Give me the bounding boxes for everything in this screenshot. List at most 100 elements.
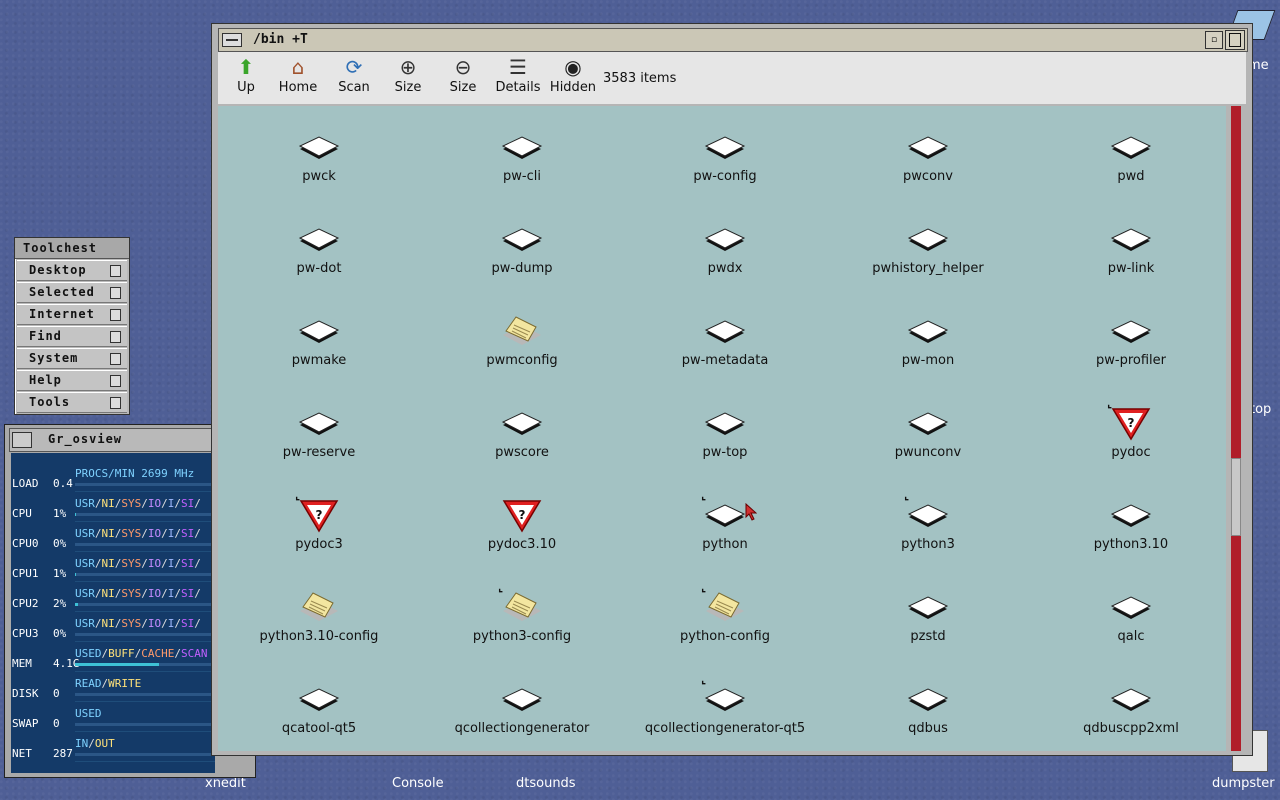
desktop-icon-console-label[interactable]: Console: [392, 776, 444, 791]
file-item[interactable]: pw-link: [1031, 213, 1226, 293]
executable-file-icon: [1109, 589, 1153, 625]
osview-metric-value: 0%: [53, 627, 67, 640]
file-item[interactable]: ⌞ python-config: [625, 581, 825, 661]
file-item[interactable]: pwck: [219, 121, 419, 201]
submenu-indicator-icon: [110, 353, 121, 365]
file-item[interactable]: pwunconv: [828, 397, 1028, 477]
file-item[interactable]: pw-metadata: [625, 305, 825, 385]
desktop-icon-desktop-label[interactable]: top: [1250, 402, 1271, 417]
file-item[interactable]: qalc: [1031, 581, 1226, 661]
file-item[interactable]: pwmake: [219, 305, 419, 385]
file-item[interactable]: ? ⌞ pydoc3: [219, 489, 419, 569]
toolchest-item-label: Desktop: [29, 263, 87, 277]
file-item[interactable]: pw-config: [625, 121, 825, 201]
file-item[interactable]: pw-dot: [219, 213, 419, 293]
file-item[interactable]: qcollectiongenerator: [422, 673, 622, 751]
toolchest-item-selected[interactable]: Selected: [17, 282, 127, 303]
toolbar-details-button-5[interactable]: ☰ Details: [490, 54, 546, 102]
desktop-icon-dtsounds-label[interactable]: dtsounds: [516, 776, 576, 791]
window-menu-button[interactable]: [222, 33, 242, 47]
osview-row-swap: SWAP 0 USED: [11, 703, 215, 733]
vertical-scrollbar[interactable]: [1227, 106, 1246, 751]
executable-file-icon: [500, 405, 544, 441]
file-item[interactable]: pw-mon: [828, 305, 1028, 385]
osview-legend-part: USR: [75, 527, 95, 540]
toolchest-item-internet[interactable]: Internet: [17, 304, 127, 325]
file-item[interactable]: pw-cli: [422, 121, 622, 201]
file-item[interactable]: pwmconfig: [422, 305, 622, 385]
osview-separator: [75, 641, 215, 642]
osview-legend-part: /: [94, 557, 102, 570]
file-item[interactable]: pwdx: [625, 213, 825, 293]
toolbar-size-button-4[interactable]: ⊖ Size: [435, 54, 491, 102]
toolbar-home-button-1[interactable]: ⌂ Home: [270, 54, 326, 102]
file-item[interactable]: pw-dump: [422, 213, 622, 293]
toolbar-size-button-3[interactable]: ⊕ Size: [380, 54, 436, 102]
file-item[interactable]: ⌞ python3: [828, 489, 1028, 569]
toolchest-title: Toolchest: [15, 238, 129, 259]
file-item[interactable]: pzstd: [828, 581, 1028, 661]
toolchest-item-find[interactable]: Find: [17, 326, 127, 347]
file-item[interactable]: pw-reserve: [219, 397, 419, 477]
scrollbar-thumb[interactable]: [1231, 458, 1241, 536]
file-item[interactable]: pw-profiler: [1031, 305, 1226, 385]
executable-file-icon: [1109, 497, 1153, 533]
osview-metric-value: 1%: [53, 567, 67, 580]
desktop-icon-xnedit-label[interactable]: xnedit: [205, 776, 246, 791]
file-name: pwmake: [291, 353, 347, 368]
file-item[interactable]: qcatool-qt5: [219, 673, 419, 751]
file-item[interactable]: pw-top: [625, 397, 825, 477]
file-item[interactable]: python3.10-config: [219, 581, 419, 661]
mouse-cursor-icon: [745, 502, 758, 525]
toolchest-item-system[interactable]: System: [17, 348, 127, 369]
window-menu-button[interactable]: [12, 432, 32, 448]
script-file-icon: [500, 589, 544, 625]
file-item[interactable]: ⌞ qcollectiongenerator-qt5: [625, 673, 825, 751]
file-item[interactable]: qdbus: [828, 673, 1028, 751]
toolchest-item-desktop[interactable]: Desktop: [17, 260, 127, 281]
file-item[interactable]: ? pydoc3.10: [422, 489, 622, 569]
toolbar-button-label: Hidden: [549, 80, 597, 95]
toolbar-scan-button-2[interactable]: ⟳ Scan: [326, 54, 382, 102]
osview-legend-part: READ: [75, 677, 102, 690]
file-item[interactable]: ⌞ python3-config: [422, 581, 622, 661]
submenu-indicator-icon: [110, 265, 121, 277]
file-icon-grid[interactable]: pwck pw-cli pw-config pwconv pwd pw-dot pw-dum…: [218, 106, 1226, 751]
file-name: pw-mon: [901, 353, 955, 368]
scrollbar-track[interactable]: [1231, 106, 1241, 751]
minimize-button[interactable]: ▫: [1205, 31, 1223, 49]
file-item[interactable]: pwd: [1031, 121, 1226, 201]
file-name: python3: [901, 537, 955, 552]
executable-file-icon: [1109, 313, 1153, 349]
osview-legend-part: SYS: [121, 497, 142, 510]
file-name: pw-dump: [491, 261, 553, 276]
executable-file-icon: [906, 313, 950, 349]
window-titlebar[interactable]: /bin +T ▫: [218, 28, 1248, 52]
file-item[interactable]: ⌞ python: [625, 489, 825, 569]
file-item[interactable]: ? ⌞ pydoc: [1031, 397, 1226, 477]
file-item[interactable]: qdbuscpp2xml: [1031, 673, 1226, 751]
toolbar-hidden-button-6[interactable]: ◉ Hidden: [545, 54, 601, 102]
file-name: pw-top: [702, 445, 748, 460]
osview-metric-value: 0: [53, 687, 60, 700]
file-item[interactable]: python3.10: [1031, 489, 1226, 569]
desktop-icon-dumpster-label[interactable]: dumpster: [1212, 776, 1275, 791]
osview-metric-label: LOAD: [12, 477, 39, 490]
window-title: /bin +T: [253, 32, 308, 47]
file-item[interactable]: pwconv: [828, 121, 1028, 201]
toolbar-up-button-0[interactable]: ⬆ Up: [218, 54, 274, 102]
toolchest-item-label: Find: [29, 329, 62, 343]
osview-separator: [75, 581, 215, 582]
file-item[interactable]: pwscore: [422, 397, 622, 477]
script-file-icon: [500, 313, 544, 349]
toolchest-item-help[interactable]: Help: [17, 370, 127, 391]
submenu-indicator-icon: [110, 397, 121, 409]
osview-metric-label: CPU: [12, 507, 32, 520]
osview-legend-part: IO: [147, 557, 162, 570]
file-item[interactable]: pwhistory_helper: [828, 213, 1028, 293]
file-name: qalc: [1117, 629, 1145, 644]
maximize-button[interactable]: [1225, 30, 1245, 50]
home-icon: ⌂: [291, 55, 305, 79]
toolchest-item-tools[interactable]: Tools: [17, 392, 127, 413]
osview-separator: [75, 761, 215, 762]
